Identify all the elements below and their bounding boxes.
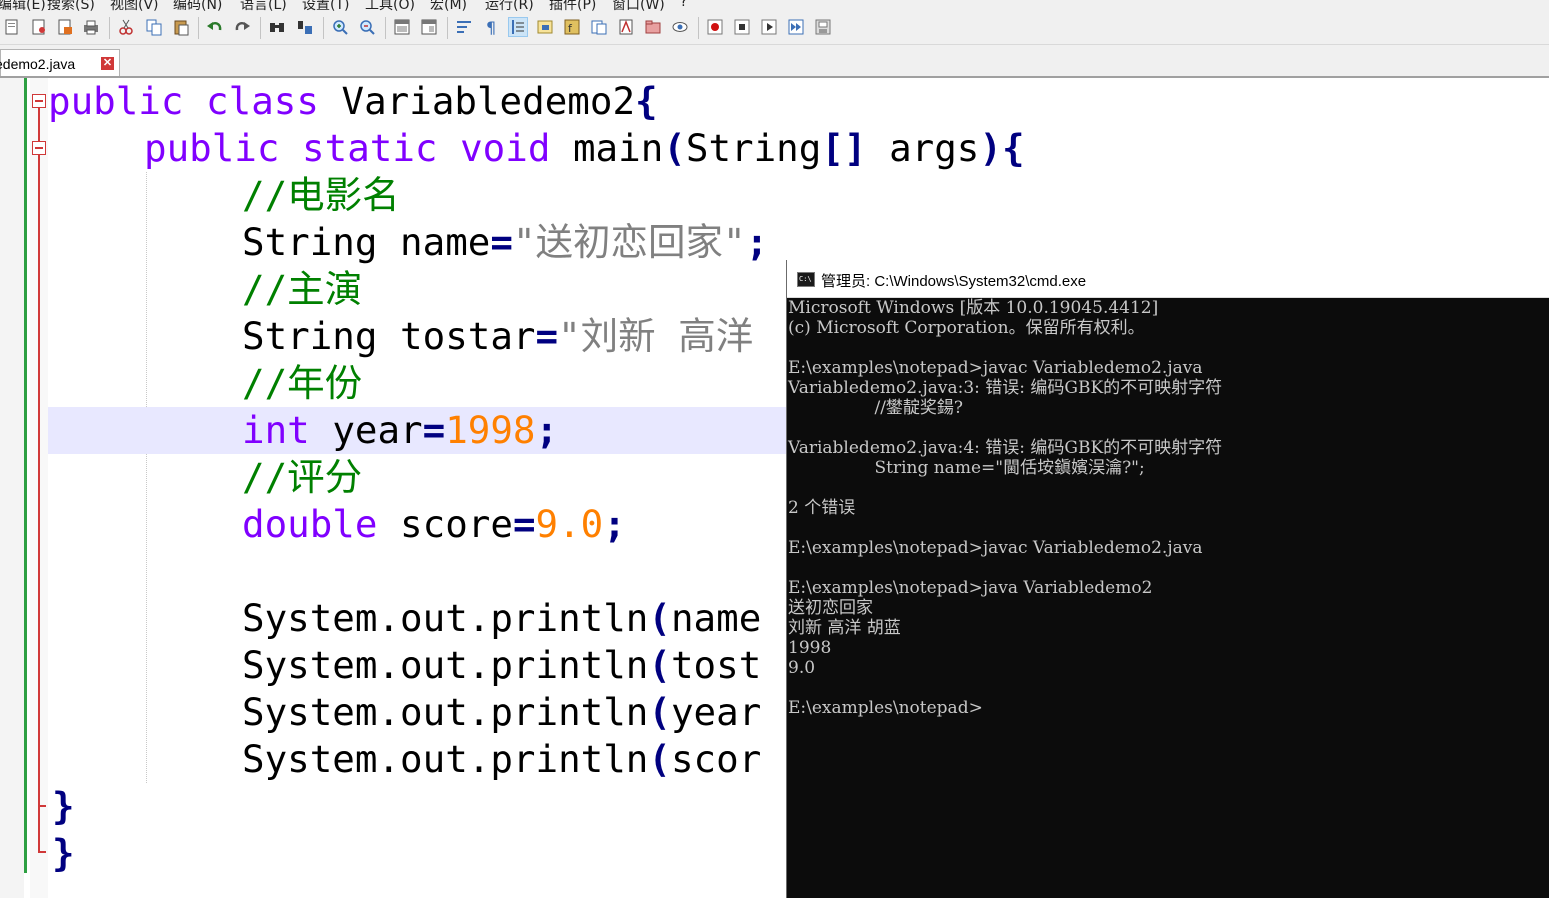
menu-plugins[interactable]: 插件(P): [549, 0, 596, 12]
menu-help[interactable]: ?: [680, 0, 687, 10]
console-line: 1998: [788, 638, 832, 658]
console-line: 9.0: [788, 658, 816, 678]
cmd-window[interactable]: C:\ 管理员: C:\Windows\System32\cmd.exe Mic…: [786, 260, 1549, 898]
toolbar: ¶ f: [0, 12, 1549, 45]
show-all-chars-icon[interactable]: ¶: [482, 18, 500, 36]
console-line: Variabledemo2.java:3: 错误: 编码GBK的不可映射字符: [788, 378, 1223, 398]
menu-macro[interactable]: 宏(M): [430, 0, 467, 12]
close-tab-icon[interactable]: ✕: [101, 57, 114, 70]
redo-icon[interactable]: [233, 18, 251, 36]
menu-settings[interactable]: 设置(T): [302, 0, 349, 12]
code-line: String name="送初恋回家";: [242, 220, 769, 264]
function-list-icon[interactable]: f: [563, 18, 581, 36]
tab-label: edemo2.java: [0, 56, 76, 72]
find-icon[interactable]: [268, 18, 286, 36]
code-brace: }: [52, 831, 75, 875]
console-line: (c) Microsoft Corporation。保留所有权利。: [788, 318, 1145, 338]
fold-toggle-class[interactable]: [32, 94, 46, 108]
console-line: //鐢靛奖鍚?: [788, 398, 964, 418]
code-comment: //电影名: [242, 173, 400, 217]
monitoring-icon[interactable]: [617, 18, 635, 36]
console-line: E:\examples\notepad>javac Variabledemo2.…: [788, 538, 1203, 558]
code-line: System.out.println(scor: [242, 737, 762, 781]
stop-record-icon[interactable]: [733, 18, 751, 36]
copy-icon[interactable]: [145, 18, 163, 36]
open-file-icon[interactable]: [30, 18, 48, 36]
change-history-bar: [24, 78, 27, 873]
new-file-icon[interactable]: [3, 18, 21, 36]
save-icon[interactable]: [56, 18, 74, 36]
undo-icon[interactable]: [206, 18, 224, 36]
indent-guide-icon[interactable]: [508, 17, 528, 37]
cmd-title-text: 管理员: C:\Windows\System32\cmd.exe: [821, 273, 1087, 290]
code-comment: //主演: [242, 267, 363, 311]
cmd-title-bar[interactable]: C:\ 管理员: C:\Windows\System32\cmd.exe: [787, 260, 1549, 298]
svg-text:¶: ¶: [486, 18, 496, 36]
console-line: E:\examples\notepad>java Variabledemo2: [788, 578, 1153, 598]
tab-variabledemo2[interactable]: edemo2.java ✕: [0, 49, 120, 76]
eye-icon[interactable]: [671, 18, 689, 36]
code-line: System.out.println(tost: [242, 643, 762, 687]
folder-workspace-icon[interactable]: [590, 18, 608, 36]
code-comment: //年份: [242, 361, 363, 405]
indent-guide: [146, 172, 148, 783]
replace-icon[interactable]: [296, 18, 314, 36]
line-number-margin: [0, 78, 24, 915]
doc-map-icon[interactable]: [536, 18, 554, 36]
save-macro-icon[interactable]: [814, 18, 832, 36]
menu-view[interactable]: 视图(V): [110, 0, 159, 12]
zoom-in-icon[interactable]: [331, 18, 349, 36]
menu-encoding[interactable]: 编码(N): [173, 0, 222, 12]
tab-bar: edemo2.java ✕: [0, 45, 1549, 78]
console-line: Microsoft Windows [版本 10.0.19045.4412]: [788, 298, 1159, 318]
console-line: 送初恋回家: [788, 598, 873, 618]
cut-icon[interactable]: [117, 18, 135, 36]
code-line: public class Variabledemo2{: [48, 79, 658, 123]
console-line: E:\examples\notepad>javac Variabledemo2.…: [788, 358, 1203, 378]
status-area: [0, 898, 1549, 915]
code-line: System.out.println(year: [242, 690, 762, 734]
code-line: int year=1998;: [242, 408, 559, 452]
code-line: double score=9.0;: [242, 502, 626, 546]
zoom-out-icon[interactable]: [358, 18, 376, 36]
console-prompt: E:\examples\notepad>: [788, 698, 983, 718]
menu-run[interactable]: 运行(R): [485, 0, 534, 12]
play-macro-icon[interactable]: [760, 18, 778, 36]
sync-vertical-icon[interactable]: [393, 18, 411, 36]
console-line: 刘新 高洋 胡蓝: [788, 618, 901, 638]
run-macro-multiple-icon[interactable]: [787, 18, 805, 36]
print-icon[interactable]: [82, 18, 100, 36]
menu-window[interactable]: 窗口(W): [612, 0, 665, 12]
cmd-icon: C:\: [797, 272, 815, 287]
menu-tools[interactable]: 工具(O): [365, 0, 415, 12]
record-macro-icon[interactable]: [706, 18, 724, 36]
code-line: System.out.println(name: [242, 596, 762, 640]
word-wrap-icon[interactable]: [455, 18, 473, 36]
code-comment: //评分: [242, 455, 363, 499]
console-line: Variabledemo2.java:4: 错误: 编码GBK的不可映射字符: [788, 438, 1223, 458]
sync-horizontal-icon[interactable]: [420, 18, 438, 36]
menu-language[interactable]: 语言(L): [240, 0, 287, 12]
menu-search[interactable]: 搜索(S): [47, 0, 95, 12]
code-brace: }: [52, 784, 75, 828]
console-line: String name="閫佸垵鎭嬪洖瀹?";: [788, 458, 1145, 478]
menu-bar: 编辑(E) 搜索(S) 视图(V) 编码(N) 语言(L) 设置(T) 工具(O…: [0, 0, 1549, 12]
cmd-console-output[interactable]: Microsoft Windows [版本 10.0.19045.4412] (…: [787, 298, 1549, 898]
paste-icon[interactable]: [172, 18, 190, 36]
fold-toggle-main[interactable]: [32, 141, 46, 155]
code-line: public static void main(String[] args){: [144, 126, 1025, 170]
menu-edit[interactable]: 编辑(E): [0, 0, 46, 12]
code-line: String tostar="刘新 高洋: [242, 314, 754, 358]
folder-icon[interactable]: [644, 18, 662, 36]
console-line: 2 个错误: [788, 498, 856, 518]
